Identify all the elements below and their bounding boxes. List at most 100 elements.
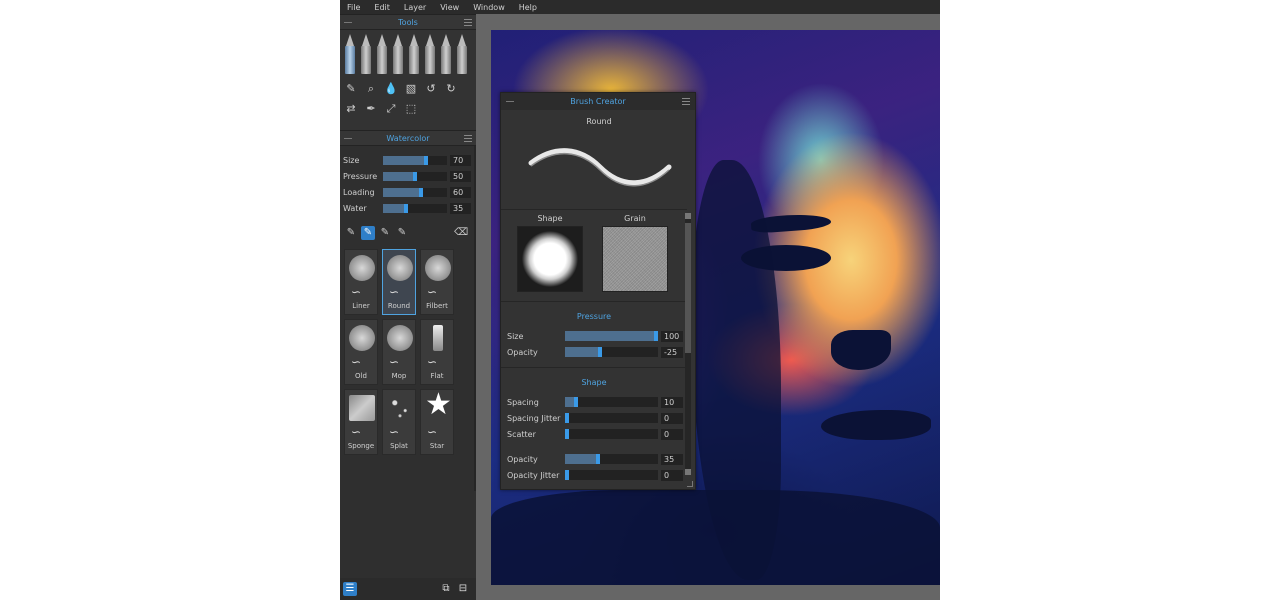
brush-tool-6[interactable] xyxy=(424,34,436,74)
brush-tool-1[interactable] xyxy=(344,34,356,74)
menu-layer[interactable]: Layer xyxy=(404,3,426,12)
redo-icon[interactable]: ↻ xyxy=(444,82,458,96)
pressure-slider-row: Pressure 50 xyxy=(343,170,473,182)
preset-filbert[interactable]: ∽ Filbert xyxy=(420,249,454,315)
menu-help[interactable]: Help xyxy=(519,3,537,12)
smudge-icon[interactable]: ⌕ xyxy=(364,82,378,96)
size-slider[interactable] xyxy=(383,155,447,165)
collapse-icon[interactable] xyxy=(506,101,514,102)
ruler-icon[interactable]: ▧ xyxy=(404,82,418,96)
transform-icon[interactable]: ⤢ xyxy=(384,102,398,116)
slider-knob[interactable] xyxy=(565,429,569,439)
menu-edit[interactable]: Edit xyxy=(374,3,390,12)
spacing-jitter-slider[interactable] xyxy=(565,413,658,423)
water-value[interactable]: 35 xyxy=(450,202,471,214)
panel-menu-icon[interactable] xyxy=(682,98,690,105)
pressure-opacity-value[interactable]: -25 xyxy=(661,346,683,358)
dry-mode-icon[interactable]: ✎ xyxy=(395,226,409,240)
pressure-value[interactable]: 50 xyxy=(450,170,471,182)
menu-file[interactable]: File xyxy=(347,3,360,12)
collapse-icon[interactable] xyxy=(344,22,352,23)
loading-value[interactable]: 60 xyxy=(450,186,471,198)
slider-knob[interactable] xyxy=(565,413,569,423)
brush-tool-2[interactable] xyxy=(360,34,372,74)
eraser-icon[interactable]: ⌫ xyxy=(454,226,468,240)
eyedropper-icon[interactable]: ✒ xyxy=(364,102,378,116)
grain-thumbnail[interactable] xyxy=(602,226,668,292)
stroke-preview-icon: ∽ xyxy=(351,425,362,439)
spacing-slider[interactable] xyxy=(565,397,658,407)
slider-knob[interactable] xyxy=(597,347,602,357)
opacity-jitter-slider[interactable] xyxy=(565,470,658,480)
slider-knob[interactable] xyxy=(404,203,408,213)
panel-settings-icon[interactable]: ☰ xyxy=(343,582,357,596)
brush-tip-thumbnail xyxy=(349,255,375,281)
panel-menu-icon[interactable] xyxy=(464,135,472,142)
menu-view[interactable]: View xyxy=(440,3,459,12)
slider-knob[interactable] xyxy=(423,155,428,165)
size-value[interactable]: 70 xyxy=(450,154,471,166)
shape-opacity-slider[interactable] xyxy=(565,454,658,464)
adjust-icon[interactable]: ⇄ xyxy=(344,102,358,116)
preset-sponge[interactable]: ∽ Sponge xyxy=(344,389,378,455)
spacing-value[interactable]: 10 xyxy=(661,396,683,408)
preset-star[interactable]: ★ ∽ Star xyxy=(420,389,454,455)
scatter-value[interactable]: 0 xyxy=(661,428,683,440)
panel-menu-icon[interactable] xyxy=(464,19,472,26)
slider-knob[interactable] xyxy=(413,171,417,181)
scroll-down-icon[interactable] xyxy=(685,469,691,475)
preset-old[interactable]: ∽ Old xyxy=(344,319,378,385)
brush-creator-header[interactable]: Brush Creator xyxy=(501,93,695,110)
spacing-jitter-label: Spacing Jitter xyxy=(507,413,561,423)
resize-handle-icon[interactable] xyxy=(687,481,693,487)
opacity-jitter-value[interactable]: 0 xyxy=(661,469,683,481)
preset-liner[interactable]: ∽ Liner xyxy=(344,249,378,315)
preset-flat[interactable]: ∽ Flat xyxy=(420,319,454,385)
preset-mop[interactable]: ∽ Mop xyxy=(382,319,416,385)
watercolor-panel-header[interactable]: Watercolor xyxy=(340,130,476,146)
tools-panel-header[interactable]: Tools xyxy=(340,14,476,30)
opacity-jitter-label: Opacity Jitter xyxy=(507,470,560,480)
delete-icon[interactable]: ⊟ xyxy=(456,582,470,596)
scatter-slider[interactable] xyxy=(565,429,658,439)
pressure-slider[interactable] xyxy=(383,171,447,181)
pencil-icon[interactable]: ✎ xyxy=(344,82,358,96)
shape-thumbnail[interactable] xyxy=(517,226,583,292)
pressure-opacity-slider[interactable] xyxy=(565,347,658,357)
shape-opacity-value[interactable]: 35 xyxy=(661,453,683,465)
preset-splat[interactable]: ∽ Splat xyxy=(382,389,416,455)
duplicate-icon[interactable]: ⧉ xyxy=(439,582,453,596)
slider-knob[interactable] xyxy=(654,331,658,341)
slider-fill xyxy=(383,171,417,181)
menu-window[interactable]: Window xyxy=(473,3,505,12)
water-slider[interactable] xyxy=(383,203,447,213)
preset-round[interactable]: ∽ Round xyxy=(382,249,416,315)
brush-tool-4[interactable] xyxy=(392,34,404,74)
collapse-icon[interactable] xyxy=(344,138,352,139)
blend-mode-icon[interactable]: ✎ xyxy=(378,226,392,240)
brush-tool-7[interactable] xyxy=(440,34,452,74)
slider-knob[interactable] xyxy=(596,454,601,464)
wet-paint-mode-icon[interactable]: ✎ xyxy=(361,226,375,240)
preset-label: Flat xyxy=(430,372,444,380)
slider-knob[interactable] xyxy=(573,397,578,407)
scrollbar-thumb[interactable] xyxy=(685,223,691,353)
brush-tool-3[interactable] xyxy=(376,34,388,74)
pressure-size-value[interactable]: 100 xyxy=(661,330,683,342)
loading-slider[interactable] xyxy=(383,187,447,197)
brush-tool-5[interactable] xyxy=(408,34,420,74)
spacing-jitter-value[interactable]: 0 xyxy=(661,412,683,424)
grain-label: Grain xyxy=(624,214,646,223)
brush-tool-8[interactable] xyxy=(456,34,468,74)
slider-knob[interactable] xyxy=(419,187,423,197)
selection-icon[interactable]: ⬚ xyxy=(404,102,418,116)
brush-tip-thumbnail xyxy=(349,325,375,351)
pressure-size-slider[interactable] xyxy=(565,331,658,341)
undo-icon[interactable]: ↺ xyxy=(424,82,438,96)
brush-creator-title: Brush Creator xyxy=(570,97,626,106)
scroll-up-icon[interactable] xyxy=(685,213,691,219)
slider-knob[interactable] xyxy=(565,470,569,480)
water-drop-icon[interactable]: 💧 xyxy=(384,82,398,96)
paint-mode-icon[interactable]: ✎ xyxy=(344,226,358,240)
brush-creator-scrollbar[interactable] xyxy=(685,213,691,475)
